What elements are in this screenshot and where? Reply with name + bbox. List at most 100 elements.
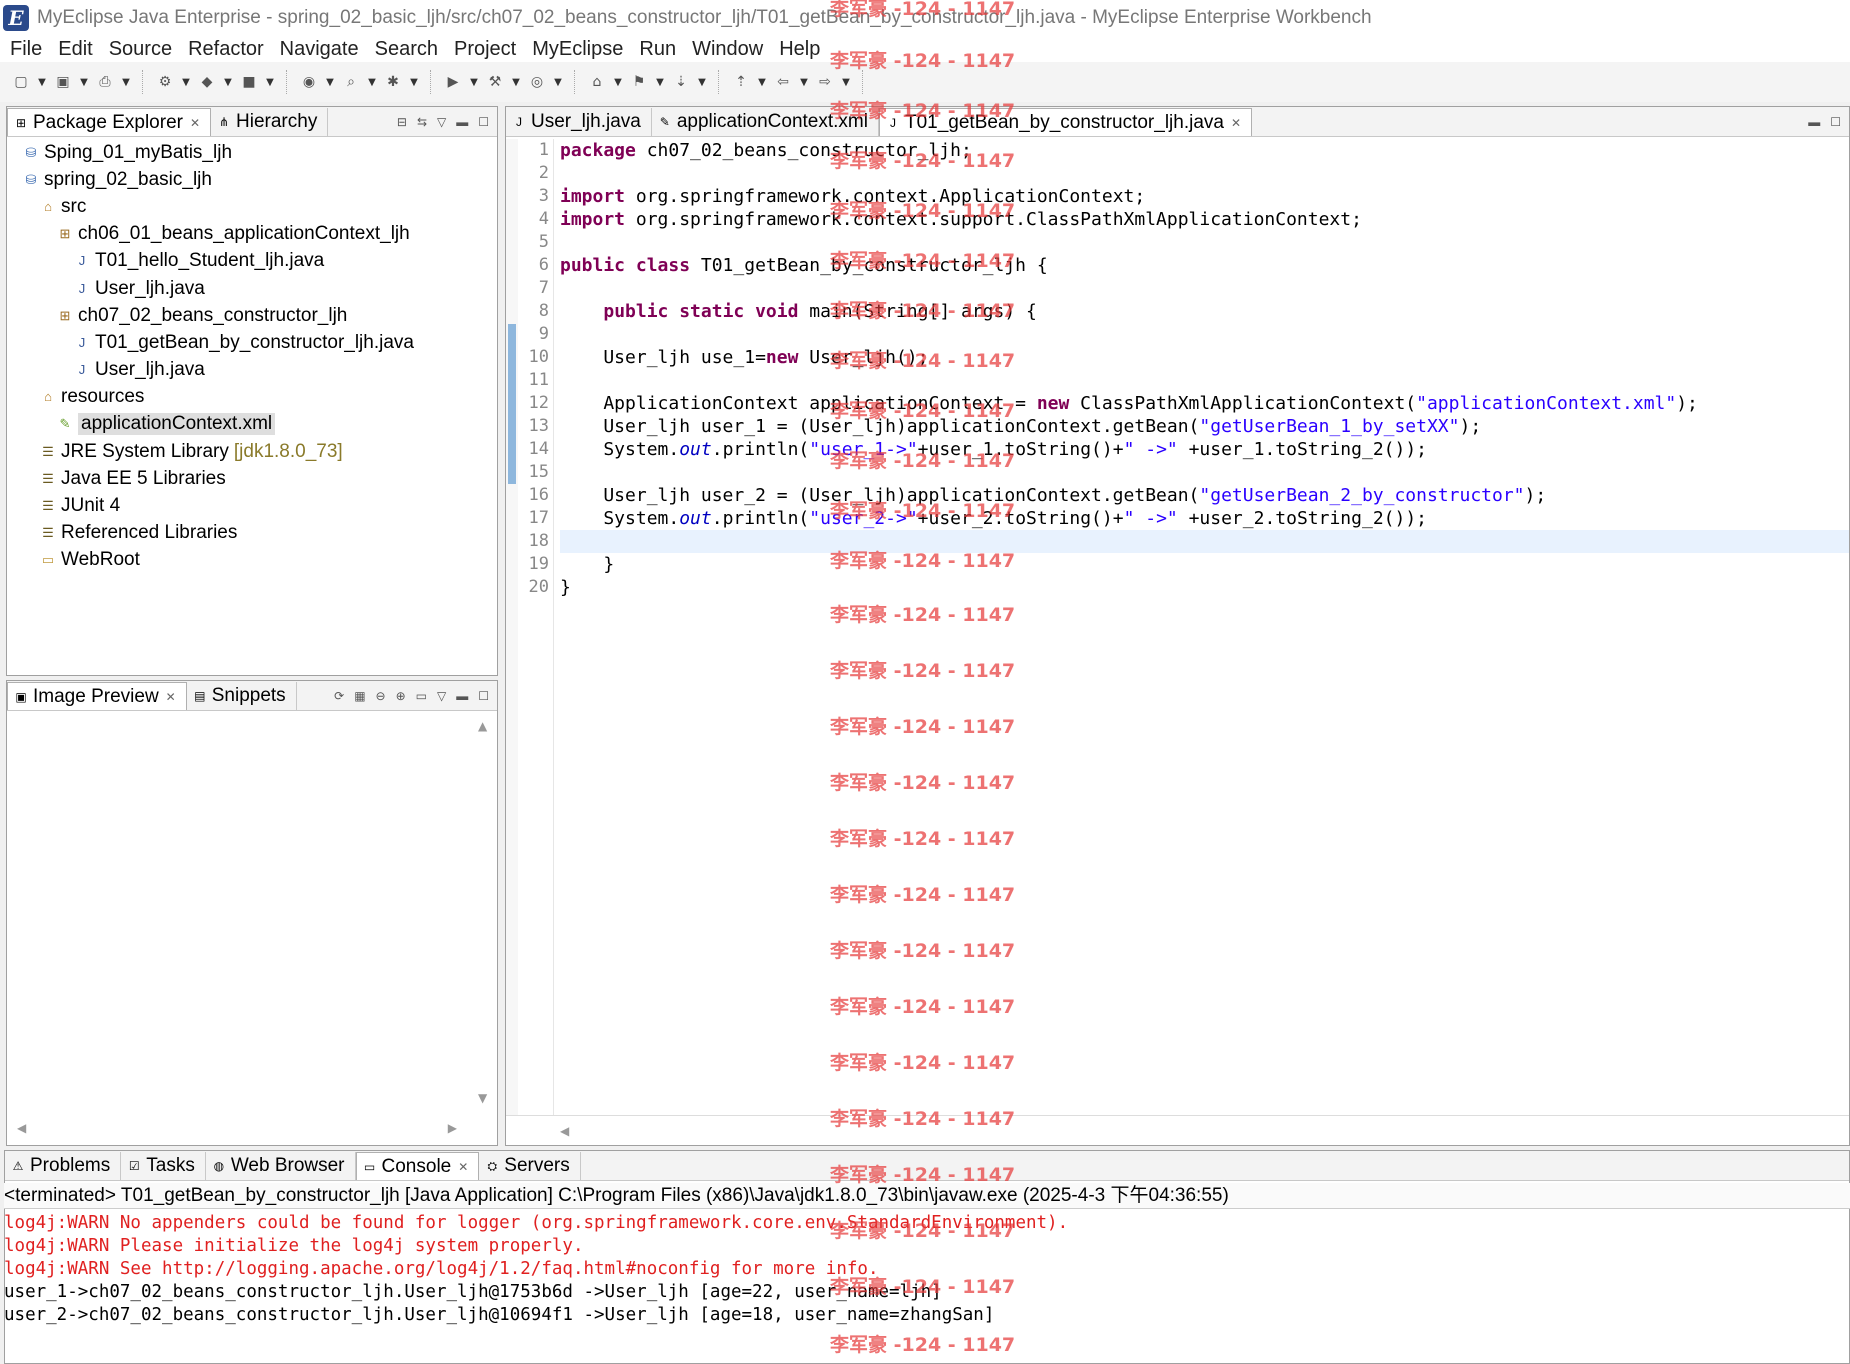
minimize-icon[interactable]: ▬ — [456, 115, 468, 129]
save-icon[interactable]: ▣ — [52, 72, 74, 92]
menu-navigate[interactable]: Navigate — [280, 38, 359, 61]
console-output[interactable]: log4j:WARN No appenders could be found f… — [4, 1212, 1850, 1327]
open-folder-dropdown-icon[interactable]: ▼ — [612, 72, 624, 92]
close-icon[interactable]: ✕ — [458, 1160, 468, 1174]
menu-window[interactable]: Window — [692, 38, 763, 61]
zoom-fit-icon[interactable]: ▦ — [354, 689, 365, 703]
close-icon[interactable]: ✕ — [190, 116, 200, 130]
tree-item[interactable]: ▭ WebRoot — [7, 547, 497, 574]
tree-item[interactable]: J User_ljh.java — [7, 357, 497, 384]
tab-console[interactable]: ▭ Console ✕ — [355, 1152, 480, 1180]
tree-item[interactable]: ⌂ src — [7, 193, 497, 220]
editor-tab[interactable]: ✎ applicationContext.xml — [652, 108, 879, 136]
editor-tab[interactable]: J User_ljh.java — [506, 108, 652, 136]
menu-search[interactable]: Search — [375, 38, 438, 61]
horizontal-scrollbar[interactable]: ◀ — [506, 1115, 1849, 1145]
bookmark-dropdown-icon[interactable]: ▼ — [654, 72, 666, 92]
menu-refactor[interactable]: Refactor — [188, 38, 264, 61]
scroll-down-icon[interactable]: ▼ — [478, 1091, 487, 1105]
tree-item[interactable]: J T01_hello_Student_ljh.java — [7, 248, 497, 275]
tab-snippets[interactable]: ▤ Snippets — [187, 682, 297, 710]
run-debug-dropdown-icon[interactable]: ▼ — [408, 72, 420, 92]
tab-servers[interactable]: ⛭ Servers — [479, 1152, 581, 1180]
forward-dropdown-icon[interactable]: ▼ — [840, 72, 852, 92]
tree-item[interactable]: ☰ Java EE 5 Libraries — [7, 465, 497, 492]
maximize-icon[interactable]: ☐ — [1830, 115, 1841, 129]
view-menu-icon[interactable]: ▽ — [437, 689, 446, 703]
open-type-dropdown-icon[interactable]: ▼ — [324, 72, 336, 92]
package-icon[interactable]: ■ — [238, 72, 260, 92]
refresh-icon[interactable]: ⟳ — [334, 689, 344, 703]
new-server-icon[interactable]: ⚙ — [154, 72, 176, 92]
maximize-icon[interactable]: ☐ — [478, 689, 489, 703]
external-tools-dropdown-icon[interactable]: ▼ — [510, 72, 522, 92]
zoom-in-icon[interactable]: ⊕ — [396, 689, 406, 703]
deploy-icon[interactable]: ◆ — [196, 72, 218, 92]
tree-item[interactable]: ⊞ ch06_01_beans_applicationContext_ljh — [7, 221, 497, 248]
prev-annotation-dropdown-icon[interactable]: ▼ — [756, 72, 768, 92]
scroll-left-icon[interactable]: ◀ — [560, 1124, 569, 1138]
menu-edit[interactable]: Edit — [58, 38, 92, 61]
tab-image-preview[interactable]: ▣ Image Preview ✕ — [7, 682, 187, 710]
prev-annotation-icon[interactable]: ⇡ — [730, 72, 752, 92]
web-icon[interactable]: ◎ — [526, 72, 548, 92]
forward-icon[interactable]: ⇨ — [814, 72, 836, 92]
run-icon[interactable]: ▶ — [442, 72, 464, 92]
open-type-icon[interactable]: ◉ — [298, 72, 320, 92]
save-dropdown-icon[interactable]: ▼ — [78, 72, 90, 92]
new-server-dropdown-icon[interactable]: ▼ — [180, 72, 192, 92]
package-dropdown-icon[interactable]: ▼ — [264, 72, 276, 92]
vertical-scrollbar[interactable]: ▲ ▼ — [475, 719, 493, 1105]
tree-item[interactable]: ☰ JUnit 4 — [7, 492, 497, 519]
back-icon[interactable]: ⇦ — [772, 72, 794, 92]
search-dropdown-icon[interactable]: ▼ — [366, 72, 378, 92]
close-icon[interactable]: ✕ — [1231, 116, 1241, 130]
tab-package-explorer[interactable]: ⊞ Package Explorer ✕ — [7, 108, 212, 136]
tree-item[interactable]: ⛁ Sping_01_myBatis_ljh — [7, 139, 497, 166]
maximize-icon[interactable]: ☐ — [478, 115, 489, 129]
tree-item[interactable]: ⛁ spring_02_basic_ljh — [7, 166, 497, 193]
run-dropdown-icon[interactable]: ▼ — [468, 72, 480, 92]
tree-item[interactable]: ⌂ resources — [7, 384, 497, 411]
link-with-editor-icon[interactable]: ⇆ — [417, 115, 427, 129]
tree-item[interactable]: ⊞ ch07_02_beans_constructor_ljh — [7, 302, 497, 329]
menu-file[interactable]: File — [10, 38, 42, 61]
new-icon[interactable]: ▢ — [10, 72, 32, 92]
new-dropdown-icon[interactable]: ▼ — [36, 72, 48, 92]
deploy-dropdown-icon[interactable]: ▼ — [222, 72, 234, 92]
minimize-icon[interactable]: ▬ — [456, 689, 468, 703]
zoom-out-icon[interactable]: ⊖ — [376, 689, 386, 703]
code-area[interactable]: package ch07_02_beans_constructor_ljh; im… — [560, 139, 1849, 1115]
menu-run[interactable]: Run — [639, 38, 676, 61]
external-tools-icon[interactable]: ⚒ — [484, 72, 506, 92]
menu-help[interactable]: Help — [779, 38, 820, 61]
tab-tasks[interactable]: ☑ Tasks — [121, 1152, 206, 1180]
scroll-left-icon[interactable]: ◀ — [17, 1121, 26, 1135]
next-annotation-dropdown-icon[interactable]: ▼ — [696, 72, 708, 92]
tab-problems[interactable]: ⚠ Problems — [5, 1152, 122, 1180]
editor-tab[interactable]: J T01_getBean_by_constructor_ljh.java ✕ — [878, 108, 1253, 136]
close-icon[interactable]: ✕ — [166, 690, 176, 704]
open-folder-icon[interactable]: ⌂ — [586, 72, 608, 92]
menu-project[interactable]: Project — [454, 38, 516, 61]
print-icon[interactable]: ⎙ — [94, 72, 116, 92]
search-icon[interactable]: ⌕ — [340, 72, 362, 92]
collapse-all-icon[interactable]: ⊟ — [397, 115, 407, 129]
back-dropdown-icon[interactable]: ▼ — [798, 72, 810, 92]
print-dropdown-icon[interactable]: ▼ — [120, 72, 132, 92]
actual-size-icon[interactable]: ▭ — [416, 689, 427, 703]
scroll-right-icon[interactable]: ▶ — [448, 1121, 457, 1135]
tab-hierarchy[interactable]: ⋔ Hierarchy — [211, 108, 329, 136]
web-dropdown-icon[interactable]: ▼ — [552, 72, 564, 92]
bookmark-icon[interactable]: ⚑ — [628, 72, 650, 92]
view-menu-icon[interactable]: ▽ — [437, 115, 446, 129]
tree-item[interactable]: J User_ljh.java — [7, 275, 497, 302]
tree-item[interactable]: ✎ applicationContext.xml — [7, 411, 497, 438]
scroll-up-icon[interactable]: ▲ — [478, 719, 487, 733]
menu-source[interactable]: Source — [109, 38, 172, 61]
next-annotation-icon[interactable]: ⇣ — [670, 72, 692, 92]
tree-item[interactable]: J T01_getBean_by_constructor_ljh.java — [7, 329, 497, 356]
menu-myeclipse[interactable]: MyEclipse — [532, 38, 623, 61]
run-debug-icon[interactable]: ✱ — [382, 72, 404, 92]
tab-web-browser[interactable]: ◍ Web Browser — [206, 1152, 356, 1180]
